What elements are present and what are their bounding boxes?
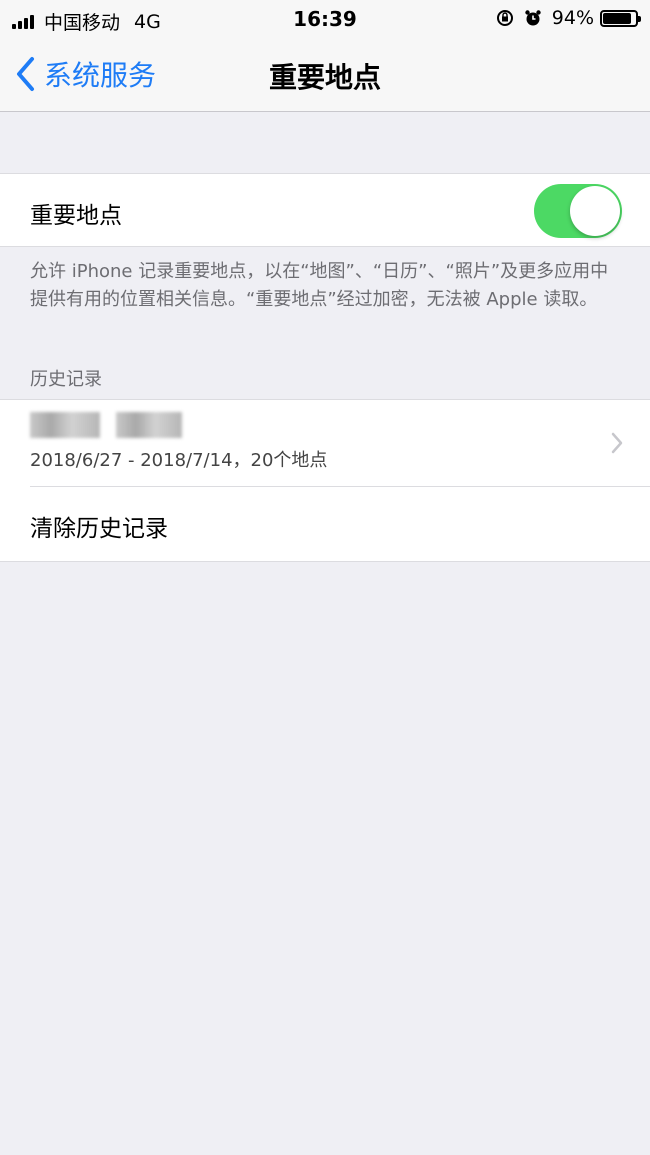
battery-icon — [600, 9, 641, 27]
significant-locations-toggle[interactable] — [534, 184, 622, 238]
significant-locations-label: 重要地点 — [30, 203, 122, 229]
clear-history-label: 清除历史记录 — [30, 516, 168, 542]
rotation-lock-icon — [496, 10, 513, 26]
battery-percent: 94% — [551, 7, 594, 29]
chevron-right-icon — [611, 432, 623, 454]
redacted-location-name — [116, 412, 182, 438]
redacted-location-name — [30, 412, 100, 438]
navigation-bar: 系统服务 重要地点 — [0, 38, 650, 112]
history-date-range: 2018/6/27 - 2018/7/14，20个地点 — [30, 450, 328, 471]
clear-history-button[interactable]: 清除历史记录 — [0, 487, 650, 561]
toggle-knob — [570, 186, 620, 236]
section-footer: 允许 iPhone 记录重要地点，以在“地图”、“日历”、“照片”及更多应用中提… — [30, 261, 609, 310]
significant-locations-cell: 重要地点 — [0, 173, 650, 247]
battery-fill — [603, 12, 631, 24]
page-title: 重要地点 — [268, 61, 381, 94]
history-section-header: 历史记录 — [30, 369, 102, 390]
history-location-row[interactable]: 2018/6/27 - 2018/7/14，20个地点 — [0, 400, 650, 486]
status-right: 94% — [496, 7, 641, 29]
status-bar: 中国移动 4G 16:39 94% — [0, 0, 650, 38]
alarm-icon — [525, 10, 541, 26]
history-group: 2018/6/27 - 2018/7/14，20个地点 清除历史记录 — [0, 399, 650, 562]
